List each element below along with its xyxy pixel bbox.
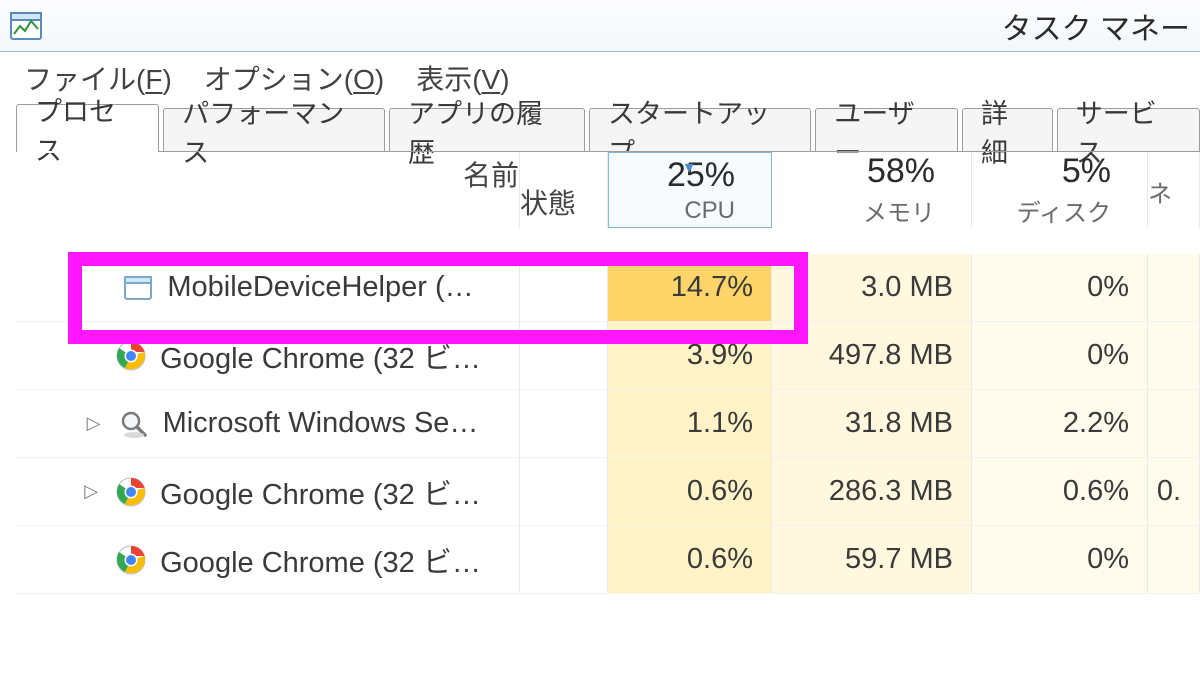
process-name: Microsoft Windows Se… [163,407,479,440]
cell-name: MobileDeviceHelper (… [16,254,520,321]
tab-strip: プロセス パフォーマンス アプリの履歴 スタートアップ ユーザー 詳細 サービス [0,104,1200,152]
cell-disk: 0% [972,526,1148,593]
table-row[interactable]: ▷ Google Chrome (32 ビ…0.6%286.3 MB0.6%0. [16,458,1200,526]
tab-performance[interactable]: パフォーマンス [163,108,385,152]
process-name: Google Chrome (32 ビ… [160,471,481,513]
cell-cpu: 3.9% [608,322,772,389]
table-row[interactable]: ▷ Microsoft Windows Se… 1.1%31.8 MB2.2% [16,390,1200,458]
chrome-icon [116,477,146,507]
cell-status [520,390,608,457]
cell-net [1148,526,1200,593]
cell-name: Google Chrome (32 ビ… [16,322,520,389]
chrome-icon [116,341,146,371]
sort-indicator-icon: ▾ [685,157,694,178]
table-row[interactable]: Google Chrome (32 ビ… 0.6%59.7 MB0% [16,526,1200,594]
chrome-icon [116,545,146,575]
cell-net [1148,322,1200,389]
tab-app-history[interactable]: アプリの履歴 [389,108,585,152]
tab-details[interactable]: 詳細 [962,108,1053,152]
cell-disk: 0% [972,322,1148,389]
cell-status [520,458,608,525]
cell-cpu: 1.1% [608,390,772,457]
col-header-status[interactable]: 状態 [520,152,608,228]
col-header-network[interactable]: ネ [1148,152,1200,228]
cell-mem: 59.7 MB [772,526,972,593]
cell-status [520,322,608,389]
cell-disk: 0% [972,254,1148,321]
process-name: MobileDeviceHelper (… [167,271,473,304]
expand-caret-icon[interactable]: ▷ [83,413,105,434]
process-name: Google Chrome (32 ビ… [160,335,481,377]
cell-disk: 0.6% [972,458,1148,525]
expand-caret-icon[interactable]: ▷ [80,481,102,502]
window-titlebar: タスク マネー [0,0,1200,52]
cell-cpu: 0.6% [608,458,772,525]
tab-startup[interactable]: スタートアップ [589,108,811,152]
cell-status [520,254,608,321]
cell-net [1148,390,1200,457]
col-header-cpu[interactable]: ▾ 25% CPU [608,152,772,228]
cell-cpu: 0.6% [608,526,772,593]
tab-services[interactable]: サービス [1057,108,1200,152]
window-title: タスク マネー [1002,4,1190,48]
cell-net [1148,254,1200,321]
table-row[interactable]: Google Chrome (32 ビ… 3.9%497.8 MB0% [16,322,1200,390]
col-header-disk[interactable]: 5% ディスク [972,152,1148,228]
cell-cpu: 14.7% [608,254,772,321]
table-row[interactable]: MobileDeviceHelper (… 14.7%3.0 MB0% [16,254,1200,322]
col-header-memory[interactable]: 58% メモリ [772,152,972,228]
cell-net: 0. [1148,458,1200,525]
cell-mem: 31.8 MB [772,390,972,457]
search-icon [119,409,149,439]
process-name: Google Chrome (32 ビ… [160,539,481,581]
tab-processes[interactable]: プロセス [16,104,159,152]
tab-users[interactable]: ユーザー [815,108,958,152]
cell-mem: 3.0 MB [772,254,972,321]
cell-name: ▷ Google Chrome (32 ビ… [16,458,520,525]
window-icon [123,273,153,303]
cell-name: Google Chrome (32 ビ… [16,526,520,593]
cell-disk: 2.2% [972,390,1148,457]
cell-mem: 286.3 MB [772,458,972,525]
cell-name: ▷ Microsoft Windows Se… [16,390,520,457]
cell-mem: 497.8 MB [772,322,972,389]
table-header-row: 名前 状態 ▾ 25% CPU 58% メモリ 5% ディスク ネ [16,152,1200,228]
taskmgr-icon [10,12,42,40]
process-table: 名前 状態 ▾ 25% CPU 58% メモリ 5% ディスク ネ [16,152,1200,594]
cell-status [520,526,608,593]
